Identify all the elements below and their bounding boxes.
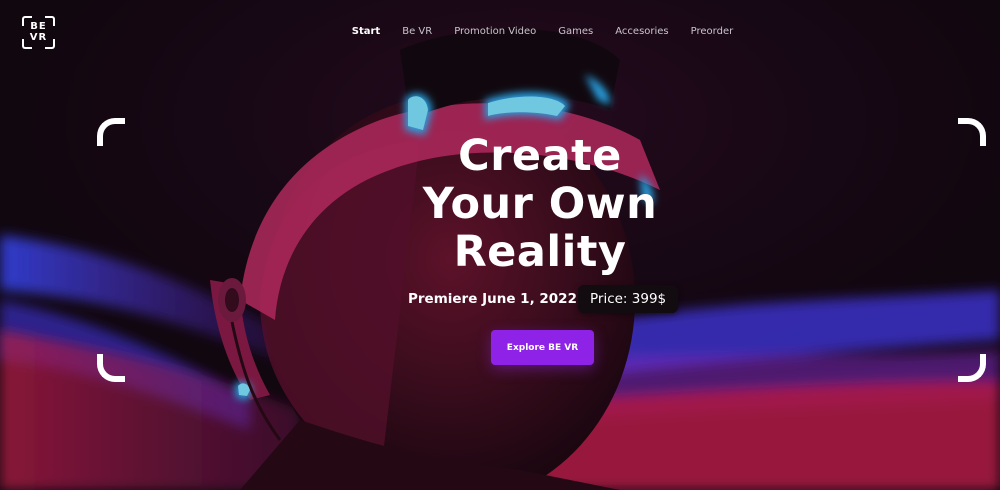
nav-item-accesories[interactable]: Accesories: [615, 26, 668, 37]
premiere-date: Premiere June 1, 2022: [408, 291, 577, 307]
headline-line-1: Create: [458, 131, 622, 181]
explore-button[interactable]: Explore BE VR: [491, 330, 594, 365]
nav-item-start[interactable]: Start: [352, 26, 380, 37]
headline-line-3: Reality: [453, 227, 627, 277]
headline-line-2: Your Own: [422, 179, 658, 229]
nav-item-promotion-video[interactable]: Promotion Video: [454, 26, 536, 37]
hero-section: BE VR Start Be VR Promotion Video Games …: [0, 0, 1000, 490]
price-badge: Price: 399$: [578, 285, 679, 313]
nav-item-be-vr[interactable]: Be VR: [402, 26, 432, 37]
main-nav: Start Be VR Promotion Video Games Acceso…: [0, 26, 1000, 37]
nav-item-preorder[interactable]: Preorder: [691, 26, 734, 37]
nav-item-games[interactable]: Games: [558, 26, 593, 37]
hero-headline: Create Your Own Reality: [340, 132, 740, 276]
